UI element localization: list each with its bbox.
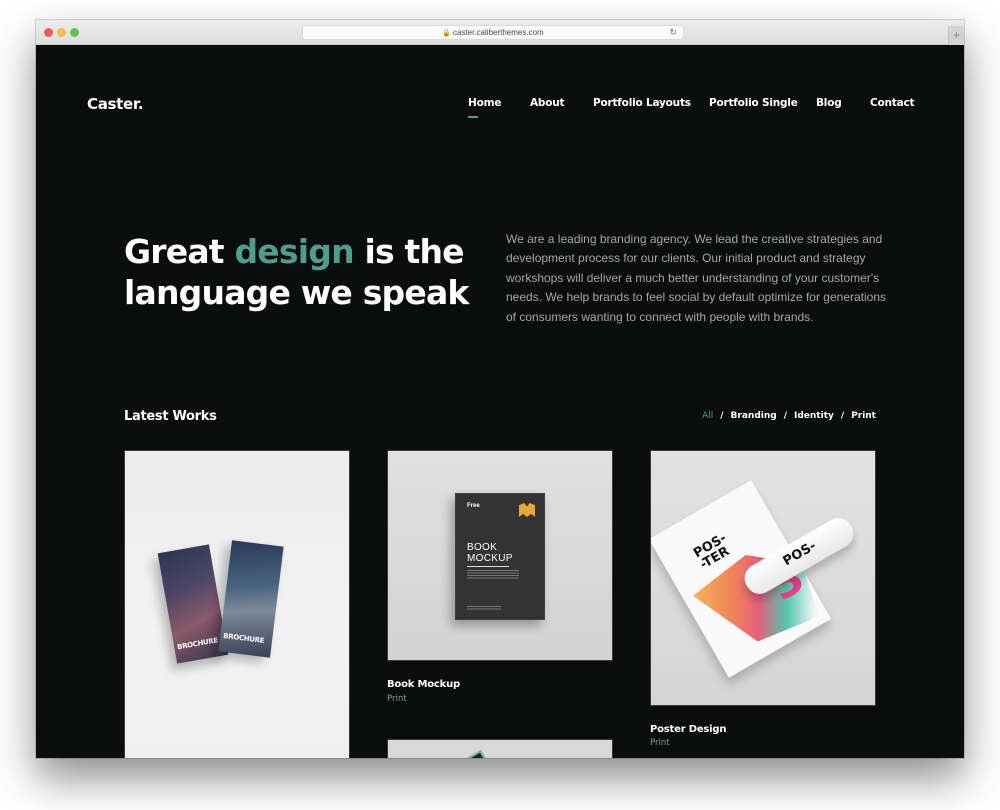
poster-sheet: POS- -TER 3 [651, 480, 832, 678]
book-logo-icon [519, 503, 535, 517]
filter-separator: / [720, 411, 724, 421]
maximize-window-button[interactable] [70, 28, 79, 37]
work-title[interactable]: Poster Design [650, 724, 726, 735]
book-title-text: BOOK MOCKUP [467, 542, 513, 564]
filter-separator: / [783, 411, 787, 421]
main-nav: Home About Portfolio Layouts Portfolio S… [36, 97, 964, 118]
plus-icon: + [952, 28, 960, 42]
browser-window: 🔒 caster.caliberthemes.com ↻ + Caster. Ho… [36, 20, 964, 758]
book-body-lines [467, 570, 519, 579]
nav-portfolio-layouts[interactable]: Portfolio Layouts [593, 97, 691, 109]
close-window-button[interactable] [44, 28, 53, 37]
hero-title-part2: is the [353, 232, 464, 271]
url-text: caster.caliberthemes.com [453, 28, 544, 37]
brochure-left: BROCHURE [157, 544, 229, 664]
hero-title-line2: language we speak [124, 273, 469, 312]
nav-portfolio-single[interactable]: Portfolio Single [709, 97, 798, 109]
poster-mockup-image: POS- -TER 3 POS- [651, 451, 875, 705]
filter-separator: / [840, 411, 845, 421]
nav-blog[interactable]: Blog [816, 97, 842, 109]
mockup-object [446, 750, 496, 758]
reload-icon[interactable]: ↻ [669, 26, 677, 39]
nav-about[interactable]: About [530, 97, 565, 109]
works-filter: All / Branding / Identity / Print [702, 411, 876, 421]
book-cover: Free BOOK MOCKUP [455, 493, 545, 620]
new-tab-button[interactable]: + [948, 26, 964, 45]
book-footer-lines [467, 606, 501, 610]
work-thumbnail[interactable] [387, 739, 613, 758]
hero-title-part1: Great [124, 232, 235, 271]
work-category[interactable]: Print [387, 694, 407, 704]
book-free-label: Free [467, 503, 480, 509]
page: Caster. Home About Portfolio Layouts Por… [36, 45, 964, 758]
brochure-right: BROCHURE [218, 540, 284, 658]
browser-titlebar: 🔒 caster.caliberthemes.com ↻ + [36, 20, 964, 45]
book-divider [467, 566, 509, 567]
brochure-text: BROCHURE [176, 636, 219, 652]
work-thumbnail[interactable]: Free BOOK MOCKUP [387, 450, 613, 661]
filter-all[interactable]: All [702, 411, 713, 421]
work-category[interactable]: Print [650, 738, 670, 748]
minimize-window-button[interactable] [57, 28, 66, 37]
nav-contact[interactable]: Contact [870, 97, 915, 109]
brochure-mockup-image: BROCHURE BROCHURE [125, 451, 349, 758]
filter-identity[interactable]: Identity [794, 411, 834, 421]
book-mockup-image: Free BOOK MOCKUP [388, 451, 612, 660]
hero-description: We are a leading branding agency. We lea… [506, 232, 887, 324]
work-thumbnail[interactable]: POS- -TER 3 POS- [650, 450, 876, 706]
nav-home[interactable]: Home [468, 97, 501, 118]
filter-branding[interactable]: Branding [731, 411, 777, 421]
address-bar[interactable]: 🔒 caster.caliberthemes.com ↻ [302, 25, 684, 40]
hero-title-accent: design [234, 232, 354, 271]
brochure-text: BROCHURE [222, 631, 265, 645]
filter-print[interactable]: Print [851, 411, 876, 421]
latest-works-title: Latest Works [124, 409, 217, 424]
work-thumbnail[interactable]: BROCHURE BROCHURE [124, 450, 350, 758]
poster-title-text: POS- -TER [691, 530, 733, 573]
work-title[interactable]: Book Mockup [387, 679, 460, 690]
hero-title: Great design is the language we speak [124, 231, 469, 313]
lock-icon: 🔒 [442, 30, 451, 37]
partial-mockup-image [388, 740, 612, 758]
